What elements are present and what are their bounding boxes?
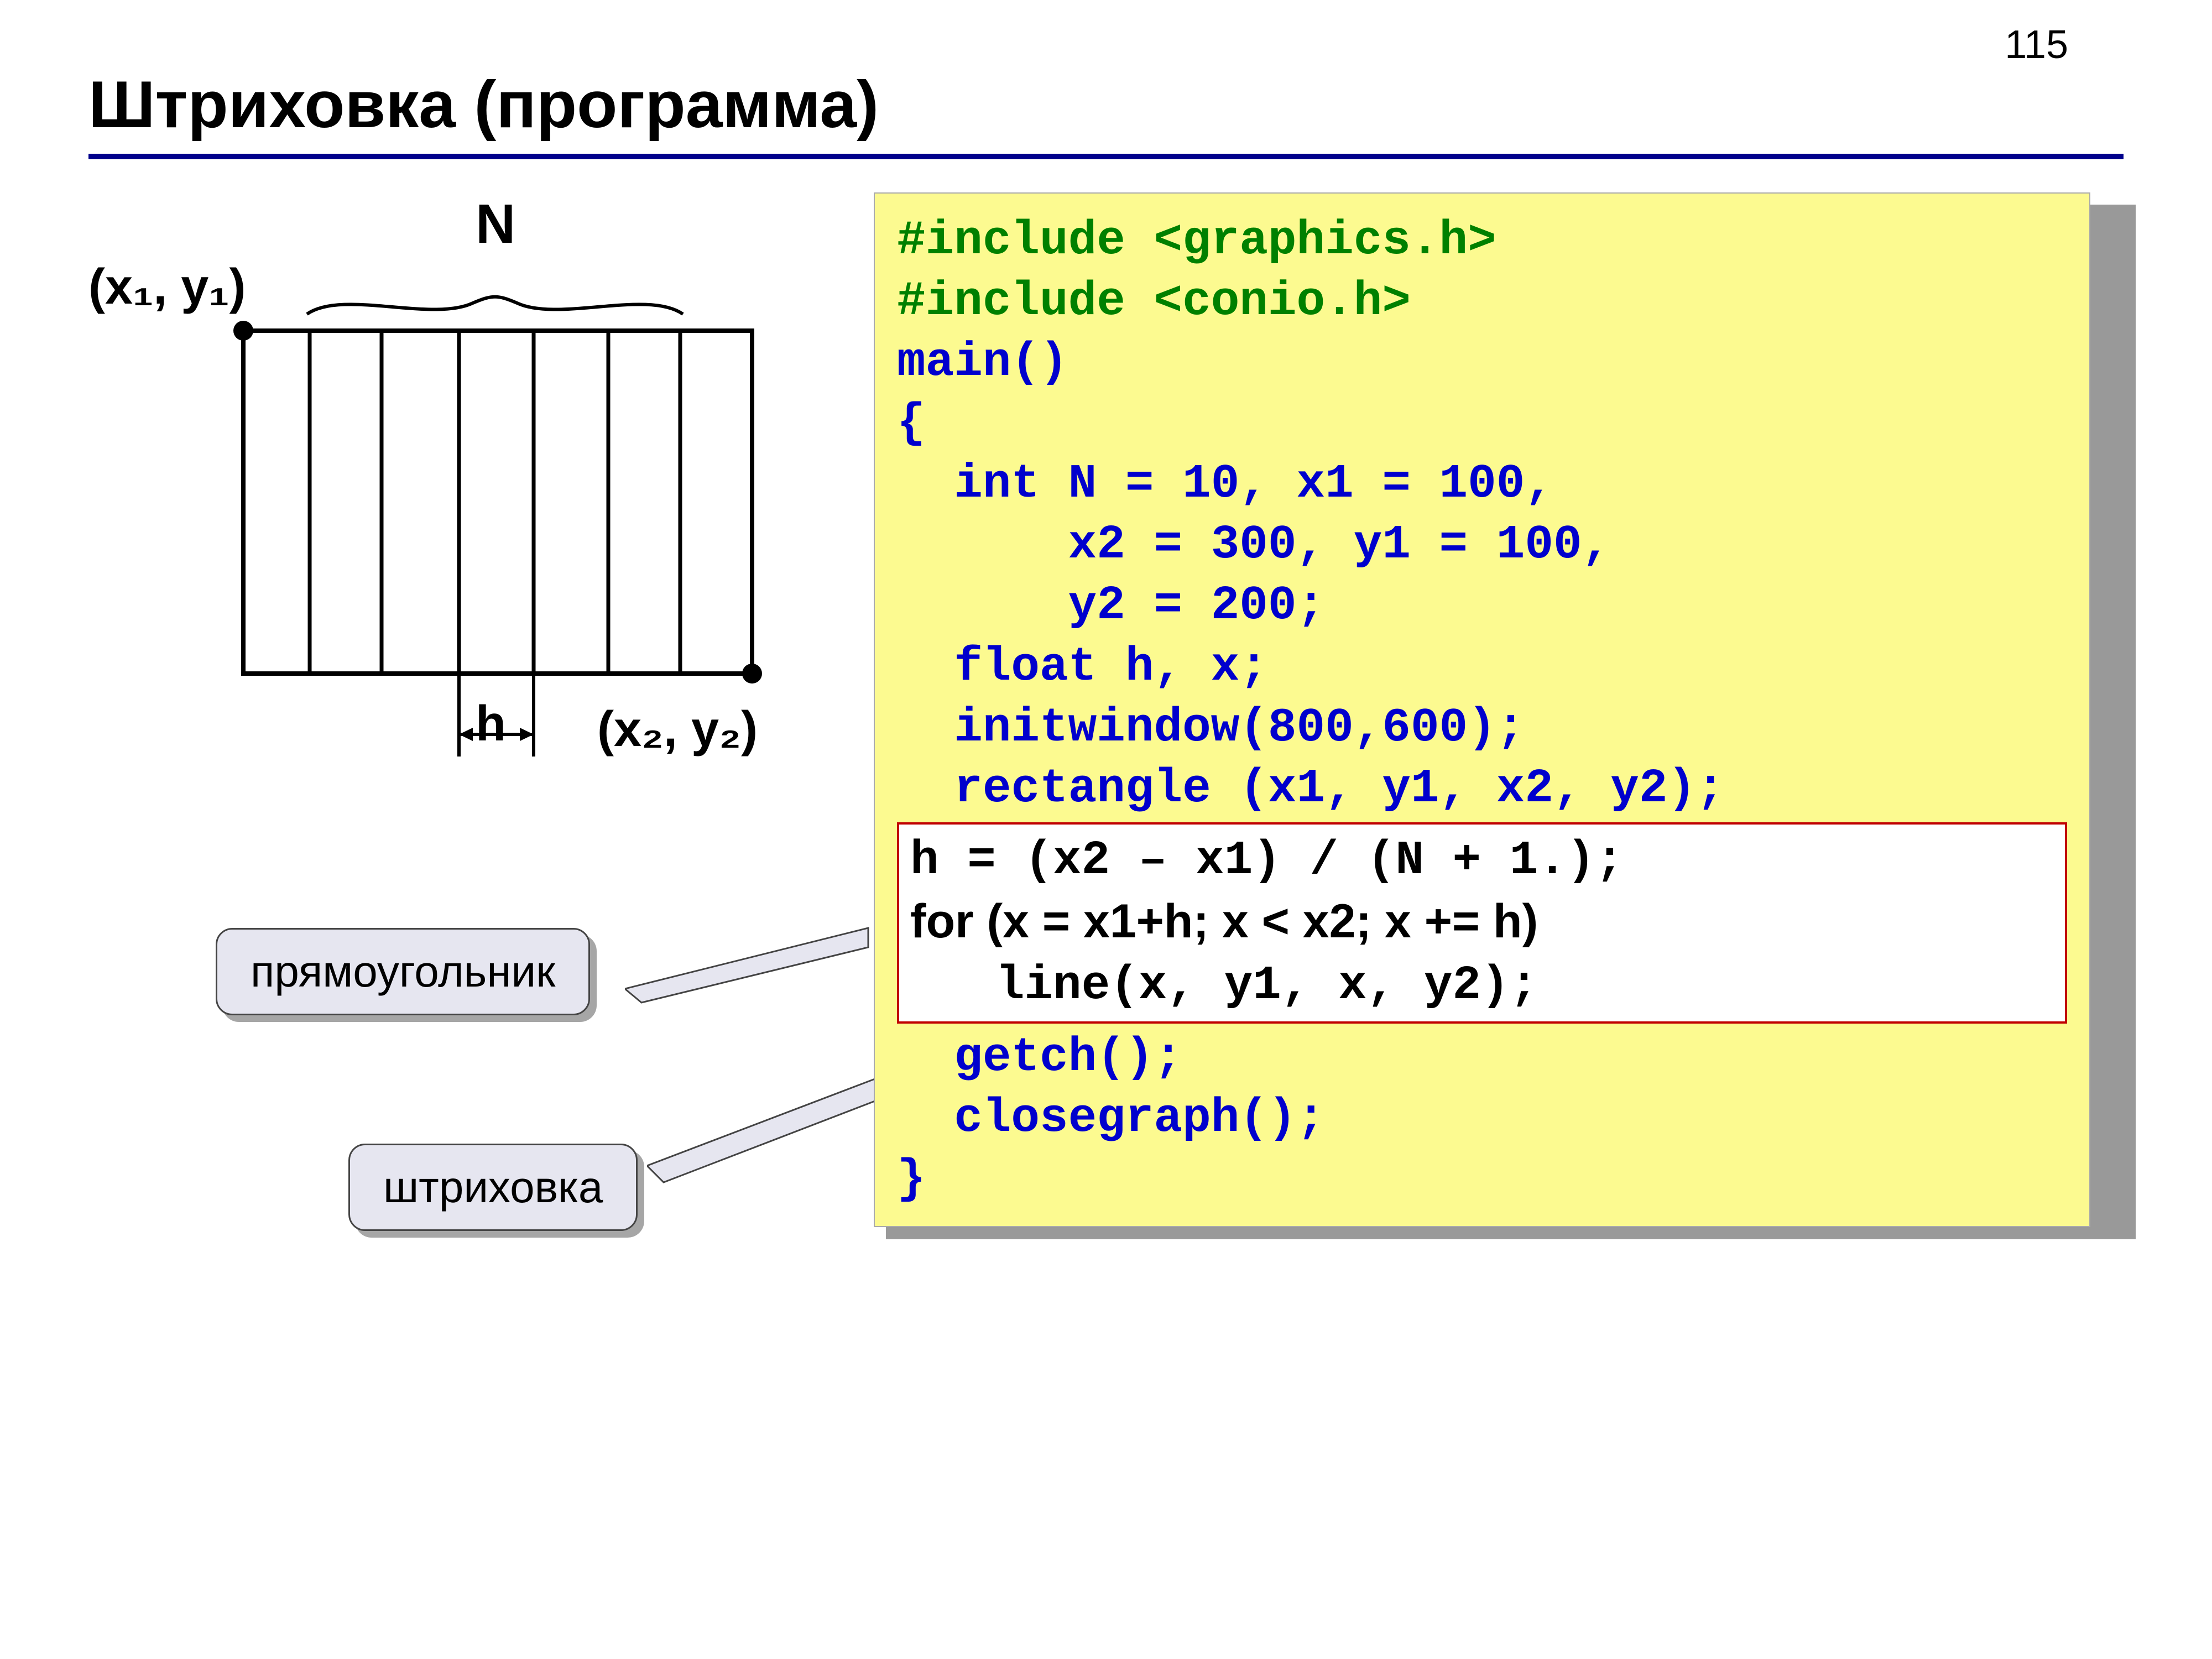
code-line-14: getch(); bbox=[897, 1027, 2067, 1088]
code-line-8: float h, x; bbox=[897, 637, 2067, 697]
diagram-svg bbox=[199, 292, 835, 845]
code-line-9: initwindow(800,600); bbox=[897, 697, 2067, 758]
code-block: #include <graphics.h> #include <conio.h>… bbox=[874, 192, 2090, 1227]
code-line-11: h = (x2 – x1) / (N + 1.); bbox=[910, 830, 2054, 891]
code-line-15: closegraph(); bbox=[897, 1088, 2067, 1149]
content-row: (x₁, y₁) N bbox=[88, 192, 2124, 1227]
code-line-16: } bbox=[897, 1149, 2067, 1209]
code-line-1: #include <graphics.h> bbox=[897, 210, 2067, 271]
code-line-2: #include <conio.h> bbox=[897, 271, 2067, 332]
title-rule bbox=[88, 154, 2124, 159]
h-label: h bbox=[476, 696, 506, 753]
code-line-13: line(x, y1, x, y2); bbox=[910, 955, 2054, 1016]
diagram: (x₁, y₁) N bbox=[88, 192, 852, 856]
code-line-4: { bbox=[897, 393, 2067, 453]
page-number: 115 bbox=[2005, 22, 2068, 67]
code-block-wrap: #include <graphics.h> #include <conio.h>… bbox=[874, 192, 2124, 1227]
code-line-3: main() bbox=[897, 332, 2067, 393]
code-line-12: for (x = x1+h; x < x2; x += h) bbox=[910, 891, 2054, 955]
code-line-7: y2 = 200; bbox=[897, 575, 2067, 636]
slide: 115 Штриховка (программа) (x₁, y₁) N bbox=[0, 0, 2212, 1659]
code-line-5: int N = 10, x1 = 100, bbox=[897, 453, 2067, 514]
coord-bot-right: (x₂, y₂) bbox=[597, 701, 758, 758]
callout-rect-arrow bbox=[625, 922, 901, 1011]
code-highlight-box: h = (x2 – x1) / (N + 1.); for (x = x1+h;… bbox=[897, 822, 2067, 1024]
left-column: (x₁, y₁) N bbox=[88, 192, 852, 1227]
callout-hatch-arrow bbox=[647, 1072, 901, 1193]
right-column: #include <graphics.h> #include <conio.h>… bbox=[874, 192, 2124, 1227]
code-for-cond: (x = x1+h; x < x2; x += h) bbox=[974, 895, 1538, 948]
code-for-kw: for bbox=[910, 895, 974, 948]
n-label: N bbox=[476, 192, 515, 256]
callout-hatching: штриховка bbox=[348, 1144, 638, 1231]
code-line-10: rectangle (x1, y1, x2, y2); bbox=[897, 758, 2067, 819]
code-line-6: x2 = 300, y1 = 100, bbox=[897, 514, 2067, 575]
callout-rectangle: прямоугольник bbox=[216, 928, 590, 1015]
slide-title: Штриховка (программа) bbox=[88, 66, 2124, 143]
